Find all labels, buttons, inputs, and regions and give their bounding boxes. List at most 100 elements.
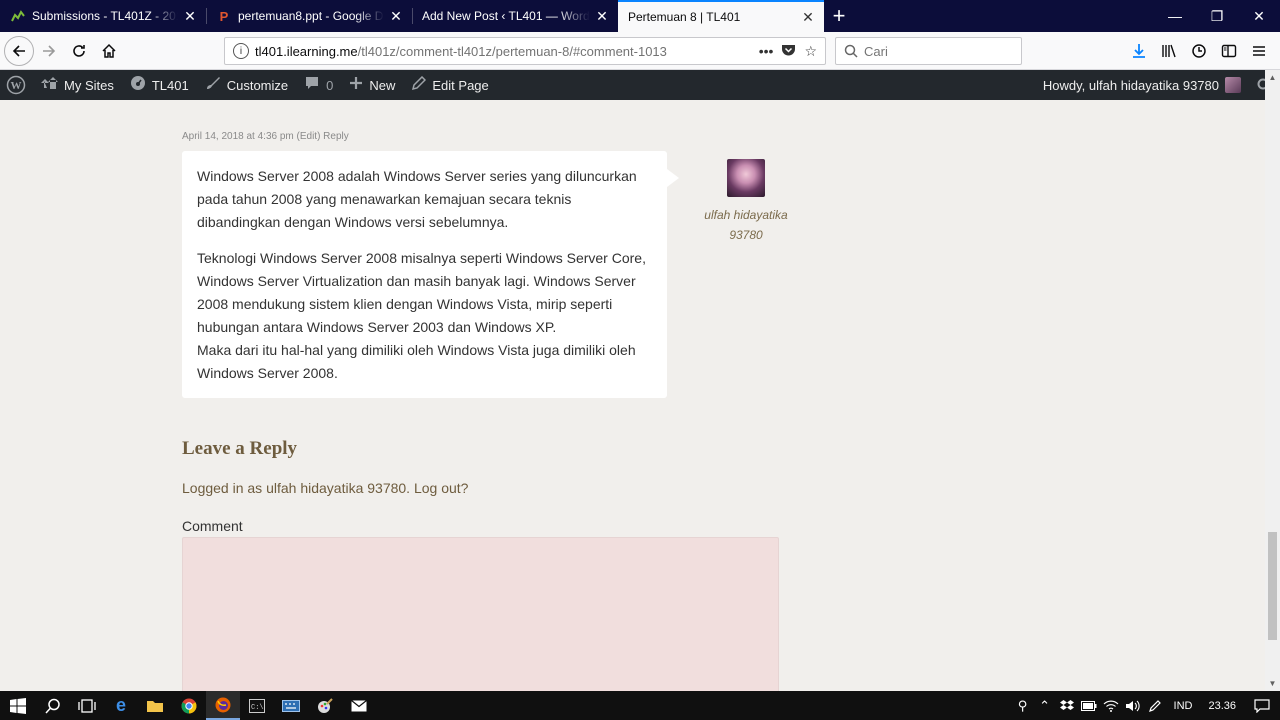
downloads-button[interactable] [1124, 36, 1154, 66]
mail-taskbar-button[interactable] [342, 691, 376, 720]
chrome-icon [181, 698, 197, 713]
command-prompt-icon: C:\ [249, 698, 265, 713]
history-button[interactable] [1184, 36, 1214, 66]
scrollbar-thumb[interactable] [1268, 532, 1277, 640]
vertical-scrollbar[interactable]: ▲ ▼ [1265, 70, 1280, 691]
forward-button[interactable] [34, 36, 64, 66]
file-explorer-taskbar-button[interactable] [138, 691, 172, 720]
site-menu[interactable]: TL401 [122, 70, 197, 100]
taskbar-search-button[interactable] [36, 691, 70, 720]
search-icon [844, 44, 858, 58]
log-out-link[interactable]: Log out? [414, 480, 469, 496]
cmd-taskbar-button[interactable]: C:\ [240, 691, 274, 720]
app-taskbar-button[interactable] [308, 691, 342, 720]
new-tab-button[interactable]: + [824, 0, 854, 32]
input-language[interactable]: IND [1166, 700, 1201, 712]
paint-brush-app-icon [318, 697, 333, 713]
url-host: tl401.ilearning.me [255, 43, 358, 59]
window-close-button[interactable]: ✕ [1238, 0, 1280, 32]
scroll-down-icon[interactable]: ▼ [1265, 676, 1280, 691]
tab-submissions[interactable]: Submissions - TL401Z - 2018 - ilearning … [0, 0, 206, 32]
browser-tab-strip: Submissions - TL401Z - 2018 - ilearning … [0, 0, 1280, 32]
close-icon[interactable]: ✕ [182, 8, 198, 24]
logged-in-as-link[interactable]: Logged in as ulfah hidayatika 93780. [182, 480, 410, 496]
url-text[interactable]: tl401.ilearning.me/tl401z/comment-tl401z… [255, 44, 759, 59]
chevron-up-icon[interactable]: ⌃ [1034, 691, 1056, 720]
start-button[interactable] [0, 691, 36, 720]
close-icon[interactable]: ✕ [594, 8, 610, 24]
info-icon[interactable]: i [233, 43, 249, 59]
tab-title: Submissions - TL401Z - 2018 - ilearning [32, 9, 178, 23]
new-content-menu[interactable]: New [341, 70, 403, 100]
tab-pertemuan-8[interactable]: Pertemuan 8 | TL401 ✕ [618, 0, 824, 32]
brush-icon [205, 75, 221, 95]
edit-page-link[interactable]: Edit Page [403, 70, 496, 100]
sidebar-icon [1221, 44, 1237, 58]
tab-google-drive[interactable]: P pertemuan8.ppt - Google Drive ✕ [206, 0, 412, 32]
page-actions-icon[interactable]: ••• [759, 43, 774, 59]
tab-title: Add New Post ‹ TL401 — WordPress [422, 9, 590, 23]
tab-add-new-post[interactable]: Add New Post ‹ TL401 — WordPress ✕ [412, 0, 618, 32]
reload-button[interactable] [64, 36, 94, 66]
sidebar-button[interactable] [1214, 36, 1244, 66]
admin-bar-right: Howdy, ulfah hidayatika 93780 [1035, 70, 1280, 100]
keyboard-taskbar-button[interactable] [274, 691, 308, 720]
clock-icon [1192, 44, 1206, 58]
back-button[interactable] [4, 35, 34, 66]
people-icon[interactable]: ⚲ [1012, 691, 1034, 720]
comment-textarea[interactable] [182, 537, 779, 691]
search-bar[interactable] [835, 37, 1022, 65]
my-sites-menu[interactable]: My Sites [32, 70, 122, 100]
edit-page-label: Edit Page [432, 77, 489, 93]
close-icon[interactable]: ✕ [800, 9, 816, 25]
pocket-icon[interactable] [781, 43, 796, 60]
volume-icon[interactable] [1122, 691, 1144, 720]
firefox-taskbar-button[interactable] [206, 691, 240, 720]
url-bar[interactable]: i tl401.ilearning.me/tl401z/comment-tl40… [224, 37, 826, 65]
account-menu[interactable]: Howdy, ulfah hidayatika 93780 [1035, 70, 1249, 100]
home-button[interactable] [94, 36, 124, 66]
library-button[interactable] [1154, 36, 1184, 66]
url-path: /tl401z/comment-tl401z/pertemuan-8/#comm… [357, 43, 667, 59]
wordpress-menu[interactable]: W [0, 70, 32, 100]
menu-button[interactable] [1244, 36, 1274, 66]
comment-label: Comment [182, 518, 243, 534]
pen-icon[interactable] [1144, 691, 1166, 720]
folder-icon [147, 700, 163, 712]
comment-author: ulfah hidayatika 93780 [700, 159, 792, 245]
my-sites-label: My Sites [64, 77, 114, 93]
battery-icon[interactable] [1078, 691, 1100, 720]
wordpress-logo-icon: W [6, 75, 26, 95]
minimize-button[interactable]: — [1154, 0, 1196, 32]
tab-title: Pertemuan 8 | TL401 [628, 10, 741, 24]
comment-paragraph-text: Teknologi Windows Server 2008 misalnya s… [197, 250, 646, 335]
scroll-up-icon[interactable]: ▲ [1265, 70, 1280, 85]
comments-link[interactable]: 0 [296, 70, 341, 100]
edge-taskbar-button[interactable]: e [104, 691, 138, 720]
close-icon[interactable]: ✕ [388, 8, 404, 24]
wp-admin-bar: W My Sites TL401 Customize 0 New Edit Pa… [0, 70, 1280, 100]
pencil-icon [411, 75, 427, 95]
restore-button[interactable]: ❐ [1196, 0, 1238, 32]
howdy-text: Howdy, ulfah hidayatika 93780 [1042, 77, 1219, 93]
search-input[interactable] [864, 43, 1014, 59]
customize-link[interactable]: Customize [197, 70, 296, 100]
notification-icon[interactable] [1244, 691, 1280, 720]
home-icon [102, 43, 116, 58]
bookmark-star-icon[interactable]: ☆ [804, 43, 817, 60]
edge-icon: e [115, 695, 126, 715]
dashboard-icon [130, 75, 146, 95]
chrome-taskbar-button[interactable] [172, 691, 206, 720]
mail-icon [351, 699, 367, 711]
avatar [727, 159, 765, 197]
page-content: April 14, 2018 at 4:36 pm (Edit) Reply W… [0, 100, 1265, 691]
dropbox-icon[interactable] [1056, 691, 1078, 720]
leave-reply-heading: Leave a Reply [182, 438, 298, 459]
reload-icon [73, 44, 85, 57]
search-icon [45, 698, 60, 714]
task-view-button[interactable] [70, 691, 104, 720]
wifi-icon[interactable] [1100, 691, 1122, 720]
site-label: TL401 [151, 77, 189, 93]
clock[interactable]: 23.36 [1200, 700, 1244, 712]
powerpoint-favicon-icon: P [219, 8, 229, 24]
